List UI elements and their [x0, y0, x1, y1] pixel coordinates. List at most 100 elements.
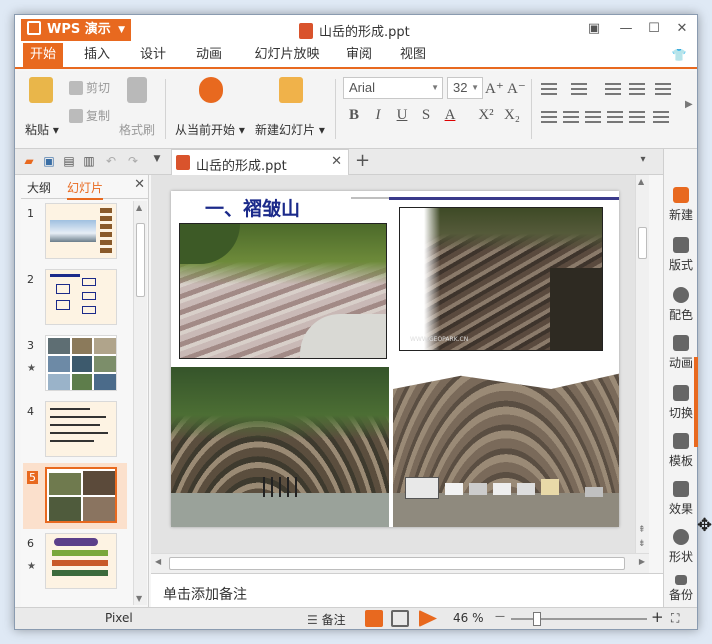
- scrollbar-thumb[interactable]: [136, 223, 145, 297]
- wps-app-menu-button[interactable]: WPS 演示 ▼: [21, 19, 131, 41]
- format-painter-icon[interactable]: [127, 77, 147, 103]
- scrollbar-thumb[interactable]: [638, 227, 647, 259]
- slide-thumb-row[interactable]: 2: [21, 269, 133, 329]
- tab-animation[interactable]: 动画: [189, 43, 229, 67]
- tshirt-icon[interactable]: 👕: [667, 43, 691, 67]
- shrink-font-button[interactable]: A⁻: [507, 79, 526, 98]
- superscript-button[interactable]: X²: [477, 107, 495, 124]
- bold-button[interactable]: B: [345, 107, 363, 124]
- task-template-button[interactable]: 模板: [664, 429, 698, 477]
- zoom-out-button[interactable]: —: [495, 611, 505, 622]
- play-from-current-icon[interactable]: [199, 77, 223, 103]
- canvas-vertical-scrollbar[interactable]: ▲ ⇞ ⇟: [635, 175, 649, 553]
- clipboard-icon[interactable]: [29, 77, 53, 103]
- columns-icon[interactable]: [655, 83, 671, 95]
- zoom-slider-knob[interactable]: [533, 612, 541, 626]
- tab-home[interactable]: 开始: [23, 43, 63, 67]
- font-size-select[interactable]: 32 ▼: [447, 77, 483, 99]
- slide-thumbnail[interactable]: [45, 467, 117, 523]
- open-folder-icon[interactable]: ▰: [21, 154, 37, 169]
- task-backup-button[interactable]: 备份: [664, 573, 698, 607]
- slide-page[interactable]: 一、褶皱山 WWW.GEOPARK.CN: [171, 191, 619, 527]
- slide-thumb-row[interactable]: 6 ★: [21, 533, 133, 593]
- justify-icon[interactable]: [607, 111, 623, 123]
- notes-pane[interactable]: 单击添加备注: [151, 573, 663, 607]
- grow-font-button[interactable]: A⁺: [485, 79, 504, 98]
- quick-access-dropdown-icon[interactable]: ▼: [149, 154, 165, 169]
- scrollbar-thumb[interactable]: [169, 557, 625, 570]
- tab-design[interactable]: 设计: [133, 43, 173, 67]
- task-animation-button[interactable]: 动画: [664, 331, 698, 379]
- new-tab-button[interactable]: +: [355, 150, 370, 171]
- close-button[interactable]: ✕: [669, 19, 695, 39]
- slide-thumb-row[interactable]: 4: [21, 401, 133, 461]
- italic-button[interactable]: I: [369, 107, 387, 124]
- align-center-icon[interactable]: [563, 111, 579, 123]
- cut-button[interactable]: 剪切: [69, 79, 110, 96]
- slide-thumb-row[interactable]: 3 ★: [21, 335, 133, 395]
- slide-sorter-view-button[interactable]: [391, 610, 409, 627]
- slide-thumbnail[interactable]: [45, 401, 117, 457]
- task-new-button[interactable]: 新建: [664, 183, 698, 231]
- bullet-list-icon[interactable]: [541, 83, 557, 95]
- paste-button[interactable]: 粘贴 ▾: [25, 121, 59, 138]
- font-name-select[interactable]: Arial ▼: [343, 77, 443, 99]
- minimize-button[interactable]: —: [613, 19, 639, 39]
- zoom-in-button[interactable]: +: [651, 608, 664, 626]
- slideshow-play-button[interactable]: [419, 610, 437, 627]
- slide-title[interactable]: 一、褶皱山: [205, 194, 300, 221]
- task-bar-collapse-handle[interactable]: [694, 357, 698, 447]
- distribute-icon[interactable]: [629, 111, 645, 123]
- slides-pane-close-button[interactable]: ✕: [134, 177, 145, 192]
- slide-editor-canvas[interactable]: 一、褶皱山 WWW.GEOPARK.CN ✥: [151, 175, 712, 553]
- increase-indent-icon[interactable]: [629, 83, 645, 95]
- task-transition-button[interactable]: 切换: [664, 381, 698, 429]
- slides-pane-scrollbar[interactable]: ▲ ▼: [133, 201, 147, 605]
- tab-list-dropdown-icon[interactable]: ▾: [635, 154, 651, 169]
- undo-icon[interactable]: ↶: [103, 154, 119, 169]
- save-icon[interactable]: ▣: [41, 154, 57, 169]
- slide-thumb-row[interactable]: 5: [21, 467, 133, 527]
- tab-view[interactable]: 视图: [393, 43, 433, 67]
- slide-thumb-row[interactable]: 1: [21, 203, 133, 263]
- numbered-list-icon[interactable]: [571, 83, 587, 95]
- align-right-icon[interactable]: [585, 111, 601, 123]
- tab-review[interactable]: 审阅: [339, 43, 379, 67]
- task-color-button[interactable]: 配色: [664, 283, 698, 331]
- print-icon[interactable]: ▤: [61, 154, 77, 169]
- notes-placeholder[interactable]: 单击添加备注: [163, 584, 247, 604]
- maximize-button[interactable]: ☐: [641, 19, 667, 39]
- normal-view-button[interactable]: [365, 610, 383, 627]
- font-color-button[interactable]: A: [441, 107, 459, 124]
- ribbon-scroll-right-icon[interactable]: ▶: [685, 99, 693, 110]
- slide-thumbnail[interactable]: [45, 335, 117, 391]
- zoom-slider[interactable]: [511, 612, 647, 626]
- underline-button[interactable]: U: [393, 107, 411, 124]
- slide-thumbnail[interactable]: [45, 203, 117, 259]
- subscript-button[interactable]: X₂: [503, 107, 521, 124]
- decrease-indent-icon[interactable]: [605, 83, 621, 95]
- format-painter-button[interactable]: 格式刷: [119, 121, 155, 138]
- skin-button[interactable]: ▣: [581, 19, 607, 39]
- tab-outline[interactable]: 大纲: [27, 179, 51, 196]
- document-tab[interactable]: 山岳的形成.ppt ✕: [171, 149, 349, 175]
- task-layout-button[interactable]: 版式: [664, 233, 698, 281]
- slide-thumbnail[interactable]: [45, 533, 117, 589]
- shadow-button[interactable]: S: [417, 107, 435, 124]
- fit-window-icon[interactable]: ⛶: [671, 611, 679, 626]
- new-slide-button[interactable]: 新建幻灯片 ▾: [255, 121, 325, 138]
- document-tab-close-button[interactable]: ✕: [331, 154, 342, 169]
- tab-insert[interactable]: 插入: [77, 43, 117, 67]
- tab-slideshow[interactable]: 幻灯片放映: [247, 43, 327, 67]
- from-current-button[interactable]: 从当前开始 ▾: [175, 121, 245, 138]
- slide-thumbnail[interactable]: [45, 269, 117, 325]
- line-spacing-icon[interactable]: [653, 111, 669, 123]
- task-effect-button[interactable]: 效果: [664, 477, 698, 525]
- redo-icon[interactable]: ↷: [125, 154, 141, 169]
- task-shape-button[interactable]: 形状: [664, 525, 698, 573]
- new-slide-icon[interactable]: [279, 77, 303, 103]
- notes-toggle-button[interactable]: ☰ 备注: [307, 611, 346, 628]
- copy-button[interactable]: 复制: [69, 107, 110, 124]
- align-left-icon[interactable]: [541, 111, 557, 123]
- canvas-horizontal-scrollbar[interactable]: ◀ ▶: [151, 553, 649, 573]
